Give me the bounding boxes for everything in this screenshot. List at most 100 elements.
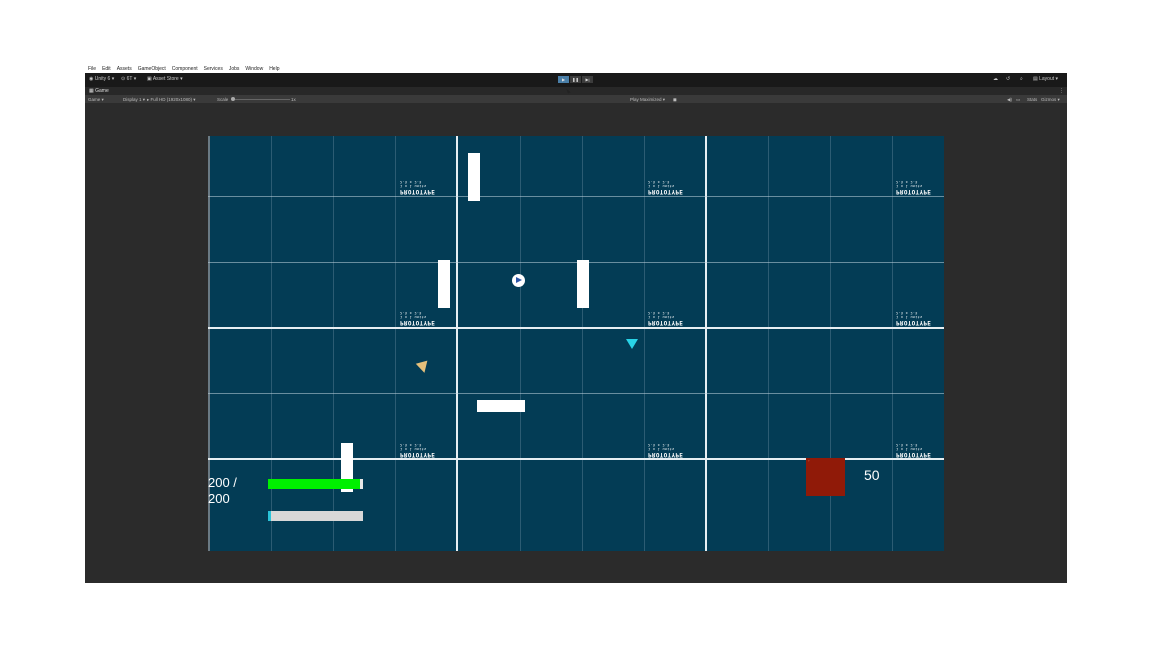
- tab-bar: ▦ Game ⋮: [85, 87, 1067, 95]
- grid-line: [456, 136, 458, 551]
- prototype-label-text: PROTOTYPE: [896, 451, 932, 458]
- prototype-sub-text: 2.5 x 2.5: [896, 180, 918, 184]
- gizmos-dropdown[interactable]: Gizmos ▾: [1041, 97, 1060, 103]
- prototype-label: PROTOTYPE 1 x 1 units 2.5 x 2.5: [400, 443, 436, 458]
- experience-bar-fill: [268, 511, 271, 521]
- prototype-label-text: PROTOTYPE: [648, 319, 684, 326]
- prototype-label: PROTOTYPE 1 x 1 units 2.5 x 2.5: [896, 311, 932, 326]
- prototype-sub-text: 2.5 x 2.5: [400, 311, 422, 315]
- grid-line: [208, 262, 944, 263]
- asset-store-button[interactable]: ▣ Asset Store ▾: [147, 76, 183, 82]
- prototype-sub-text: 2.5 x 2.5: [648, 311, 670, 315]
- display-label: Display 1: [123, 97, 142, 102]
- enemy-box-mark: ◦: [808, 458, 810, 463]
- health-bar-cap: [360, 479, 363, 489]
- view-label: Game: [88, 97, 101, 102]
- enemy-box: ◦: [806, 458, 845, 496]
- layout-label: Layout: [1039, 76, 1055, 82]
- menu-window[interactable]: Window: [245, 66, 263, 72]
- health-bar: [268, 479, 362, 489]
- audio-icon[interactable]: ◀): [1007, 97, 1012, 103]
- grid-line: [705, 136, 707, 551]
- cloud-icon[interactable]: ☁: [993, 76, 998, 82]
- resolution-label: Full HD (1920x1080): [150, 97, 193, 102]
- account-button[interactable]: ◉ Unity 6 ▾: [89, 76, 114, 82]
- grid-line: [395, 136, 396, 551]
- prototype-label: PROTOTYPE 1 x 1 units 2.5 x 2.5: [400, 311, 436, 326]
- prototype-label-text: PROTOTYPE: [400, 319, 436, 326]
- grid-line: [582, 136, 583, 551]
- collab-label: 6T: [126, 76, 133, 82]
- history-icon[interactable]: ↺: [1006, 76, 1010, 82]
- gizmos-label: Gizmos: [1041, 97, 1057, 102]
- layout-dropdown[interactable]: ▤ Layout ▾: [1033, 76, 1058, 82]
- prototype-label: PROTOTYPE 1 x 1 units 2.5 x 2.5: [648, 180, 684, 195]
- display-dropdown[interactable]: Display 1 ▾: [123, 97, 145, 103]
- wall-segment: [477, 400, 525, 412]
- menu-help[interactable]: Help: [269, 66, 279, 72]
- grid-line: [208, 196, 944, 197]
- prototype-label-text: PROTOTYPE: [896, 319, 932, 326]
- menu-assets[interactable]: Assets: [117, 66, 132, 72]
- prototype-label: PROTOTYPE 1 x 1 units 2.5 x 2.5: [648, 311, 684, 326]
- grid-line: [892, 136, 893, 551]
- game-view[interactable]: PROTOTYPE 1 x 1 units 2.5 x 2.5 PROTOTYPE 1 …: [208, 136, 944, 551]
- prototype-sub-text: 2.5 x 2.5: [400, 443, 422, 447]
- menu-gameobject[interactable]: GameObject: [138, 66, 166, 72]
- frame-icon[interactable]: ▭: [1016, 97, 1020, 103]
- prototype-label: PROTOTYPE 1 x 1 units 2.5 x 2.5: [896, 443, 932, 458]
- grid-line: [768, 136, 769, 551]
- menu-services[interactable]: Services: [204, 66, 223, 72]
- prototype-label-text: PROTOTYPE: [648, 188, 684, 195]
- grid-line: [644, 136, 645, 551]
- scale-label: Scale: [217, 97, 229, 102]
- health-text: 200 / 200: [208, 475, 237, 506]
- menu-edit[interactable]: Edit: [102, 66, 111, 72]
- player-icon: [512, 274, 525, 287]
- wall-segment: [577, 260, 589, 308]
- view-dropdown[interactable]: Game ▾: [88, 97, 104, 103]
- menu-component[interactable]: Component: [172, 66, 198, 72]
- game-view-toolbar: Game ▾ Display 1 ▾ ▸ Full HD (1920x1080)…: [85, 95, 1067, 103]
- prototype-sub-text: 2.5 x 2.5: [896, 311, 918, 315]
- tab-game-label: Game: [95, 88, 109, 94]
- stats-button[interactable]: Stats: [1027, 97, 1037, 102]
- scale-value: 1x: [291, 97, 296, 102]
- enemy-triangle-icon: [415, 360, 431, 375]
- score-counter: 50: [864, 467, 880, 483]
- prototype-sub-text: 2.5 x 2.5: [896, 443, 918, 447]
- scale-slider[interactable]: [235, 99, 290, 100]
- prototype-label-text: PROTOTYPE: [400, 188, 436, 195]
- prototype-label: PROTOTYPE 1 x 1 units 2.5 x 2.5: [896, 180, 931, 195]
- menu-bar: File Edit Assets GameObject Component Se…: [85, 65, 1067, 73]
- play-mode-label: Play Maximized: [630, 97, 662, 102]
- collab-button[interactable]: ⊙ 6T ▾: [121, 76, 136, 82]
- main-toolbar: ◉ Unity 6 ▾ ⊙ 6T ▾ ▣ Asset Store ▾ ▶ ❚❚ …: [85, 73, 1067, 87]
- more-icon[interactable]: ⋮: [1059, 88, 1064, 94]
- wall-segment: [468, 153, 480, 201]
- menu-file[interactable]: File: [88, 66, 96, 72]
- capture-icon[interactable]: ◼: [673, 97, 677, 103]
- play-mode-dropdown[interactable]: Play Maximized ▾: [630, 97, 665, 103]
- grid-line: [520, 136, 521, 551]
- play-icon[interactable]: ▶: [558, 76, 569, 83]
- account-label: Unity 6: [94, 76, 111, 82]
- asset-store-label: Asset Store: [152, 76, 179, 82]
- prototype-label-text: PROTOTYPE: [400, 451, 436, 458]
- grid-line: [208, 393, 944, 394]
- tab-game[interactable]: ▦ Game: [89, 88, 109, 94]
- prototype-sub-text: 2.5 x 2.5: [648, 443, 670, 447]
- search-icon[interactable]: ⌕: [1020, 76, 1023, 82]
- prototype-label: PROTOTYPE 1 x 1 units 2.5 x 2.5: [400, 180, 436, 195]
- prototype-sub-text: 2.5 x 2.5: [648, 180, 670, 184]
- experience-bar: [268, 511, 363, 521]
- resolution-dropdown[interactable]: ▸ Full HD (1920x1080) ▾: [147, 97, 196, 103]
- enemy-triangle-icon: [626, 339, 638, 349]
- grid-line: [208, 327, 944, 329]
- step-icon[interactable]: ▶|: [582, 76, 593, 83]
- playback-controls: ▶ ❚❚ ▶|: [558, 76, 593, 83]
- prototype-label: PROTOTYPE 1 x 1 units 2.5 x 2.5: [648, 443, 684, 458]
- menu-jobs[interactable]: Jobs: [229, 66, 240, 72]
- pause-icon[interactable]: ❚❚: [570, 76, 581, 83]
- prototype-label-text: PROTOTYPE: [648, 451, 684, 458]
